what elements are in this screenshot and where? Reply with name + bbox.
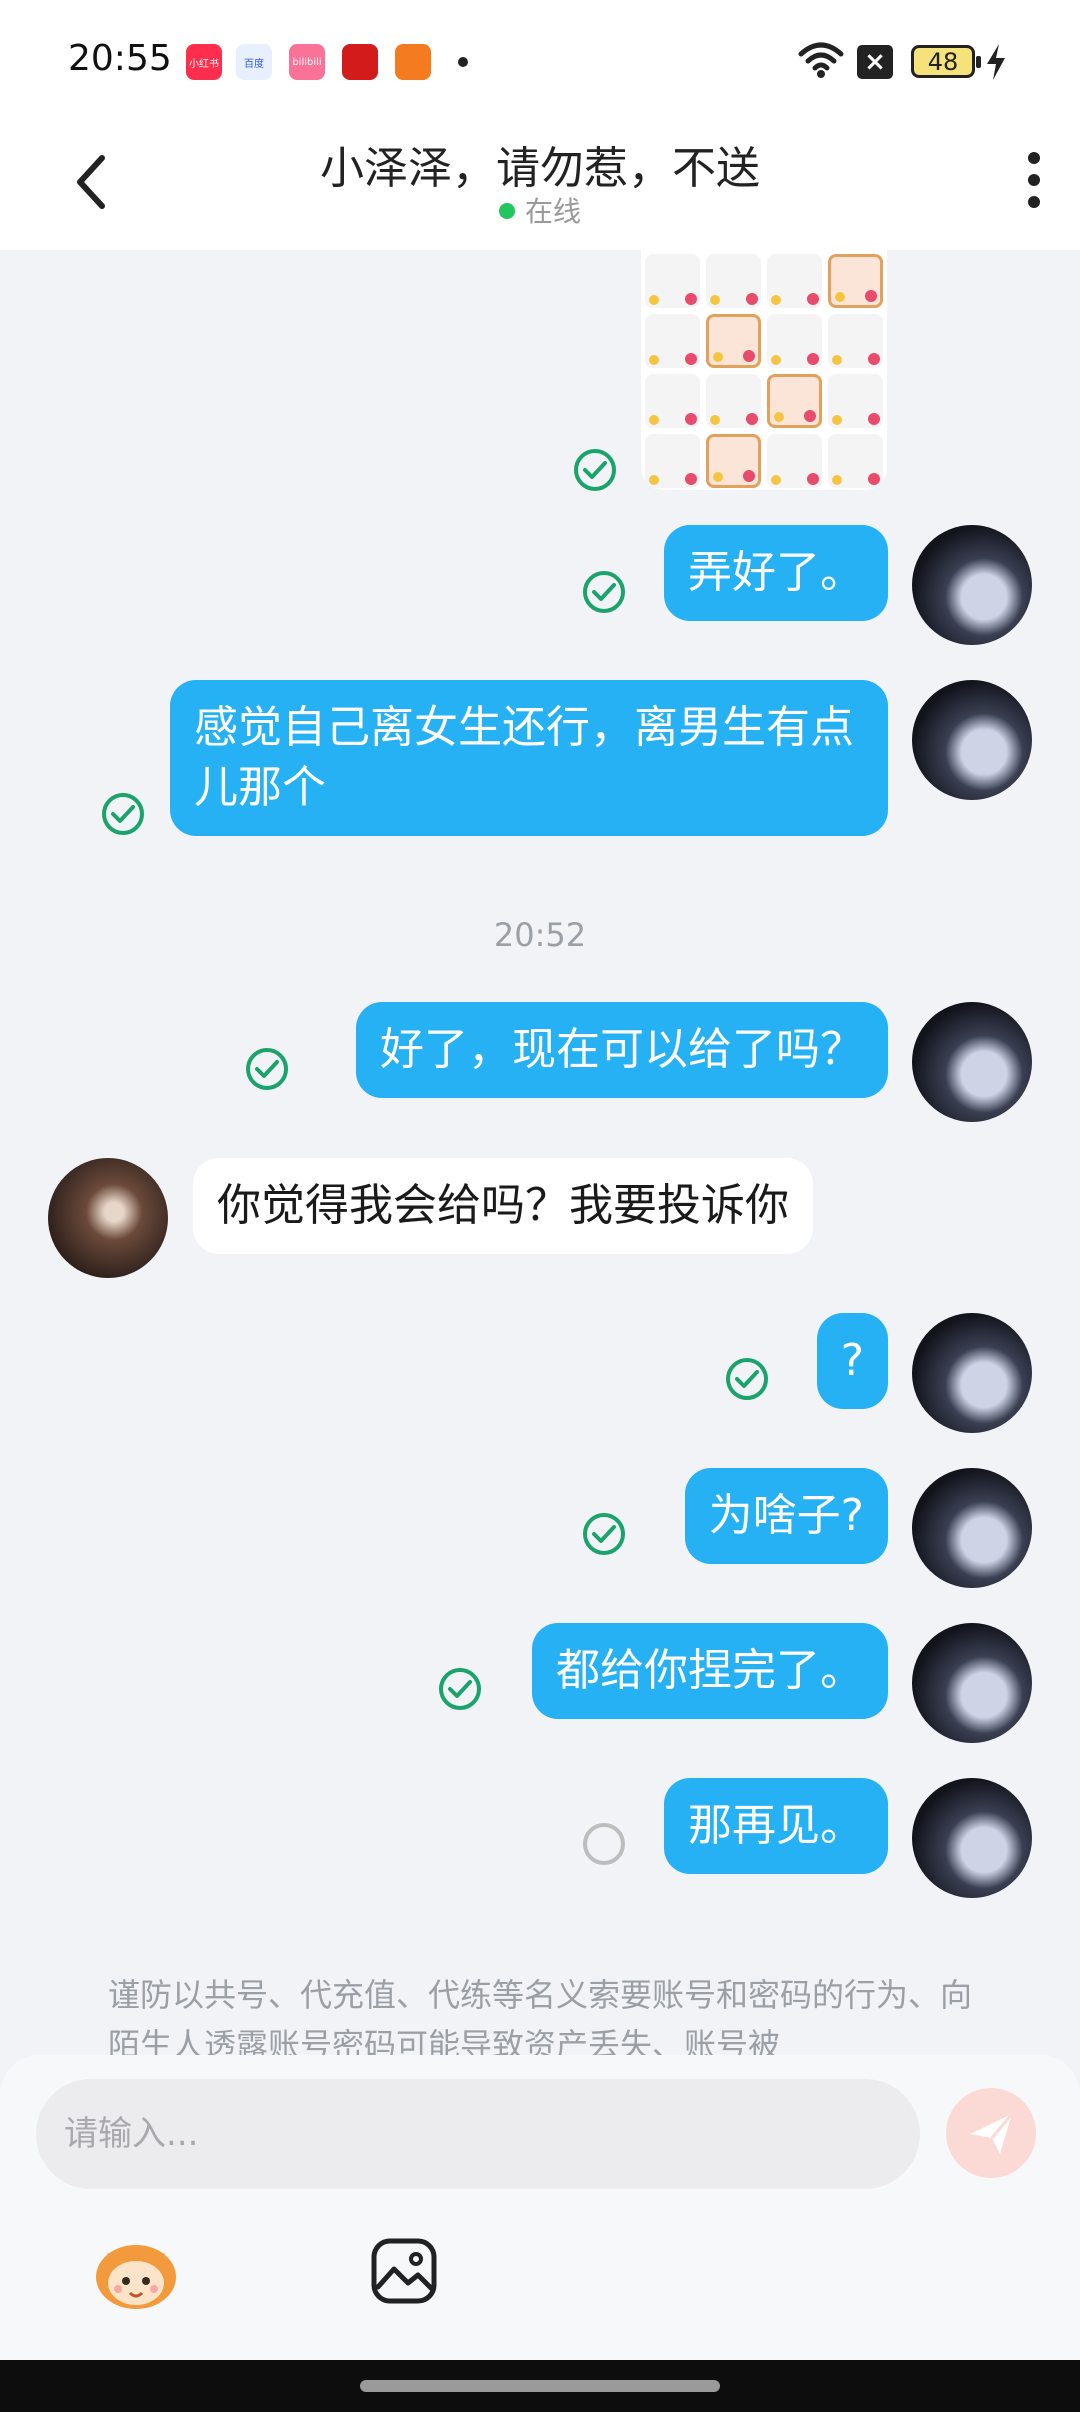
message-bubble[interactable]: 好了，现在可以给了吗？ bbox=[356, 1002, 888, 1098]
message-input[interactable]: 请输入... bbox=[36, 2079, 920, 2189]
read-check-icon bbox=[583, 1513, 625, 1555]
app-icon-bilibili: bilibili bbox=[289, 44, 325, 80]
more-vertical-icon[interactable] bbox=[1024, 150, 1044, 210]
message-bubble[interactable]: 弄好了。 bbox=[664, 525, 888, 621]
wifi-icon bbox=[798, 42, 844, 78]
grid-cell bbox=[706, 374, 761, 428]
grid-cell bbox=[767, 434, 822, 488]
grid-cell bbox=[645, 254, 700, 308]
app-icon-xiaohongshu: 小红书 bbox=[186, 44, 222, 80]
sending-status-icon bbox=[583, 1823, 625, 1865]
battery-indicator: 48 bbox=[911, 45, 981, 78]
sim-disabled-icon: × bbox=[857, 45, 893, 79]
avatar-me[interactable] bbox=[912, 1313, 1032, 1433]
read-check-icon bbox=[246, 1048, 288, 1090]
online-label: 在线 bbox=[524, 195, 581, 228]
input-bar: 请输入... bbox=[0, 2055, 1080, 2360]
grid-cell bbox=[828, 374, 883, 428]
grid-cell bbox=[645, 314, 700, 368]
image-icon[interactable] bbox=[370, 2237, 438, 2305]
read-check-icon bbox=[574, 449, 616, 491]
read-check-icon bbox=[726, 1358, 768, 1400]
grid-cell bbox=[828, 254, 883, 308]
message-bubble[interactable]: 你觉得我会给吗？我要投诉你 bbox=[193, 1158, 813, 1254]
grid-cell bbox=[828, 434, 883, 488]
avatar-me[interactable] bbox=[912, 525, 1032, 645]
grid-cell bbox=[767, 374, 822, 428]
grid-cell bbox=[767, 254, 822, 308]
system-nav-bar bbox=[0, 2360, 1080, 2412]
avatar-me[interactable] bbox=[912, 680, 1032, 800]
message-bubble[interactable]: 那再见。 bbox=[664, 1778, 888, 1874]
home-indicator[interactable] bbox=[360, 2380, 720, 2392]
grid-cell bbox=[767, 314, 822, 368]
app-icon-red bbox=[342, 44, 378, 80]
avatar-me[interactable] bbox=[912, 1002, 1032, 1122]
charging-icon bbox=[987, 44, 1005, 80]
online-dot bbox=[498, 203, 515, 219]
grid-cell bbox=[706, 434, 761, 488]
online-status: 在线 bbox=[0, 190, 1080, 230]
avatar-me[interactable] bbox=[912, 1623, 1032, 1743]
mascot-emoji-icon[interactable] bbox=[92, 2233, 180, 2313]
chat-header: 小泽泽，请勿惹，不送 在线 bbox=[0, 120, 1080, 250]
read-check-icon bbox=[583, 571, 625, 613]
notification-dot bbox=[458, 57, 468, 67]
read-check-icon bbox=[439, 1668, 481, 1710]
read-check-icon bbox=[102, 793, 144, 835]
message-bubble[interactable]: 感觉自己离女生还行，离男生有点儿那个 bbox=[170, 680, 888, 836]
grid-cell bbox=[645, 374, 700, 428]
safety-notice: 谨防以共号、代充值、代练等名义索要账号和密码的行为、向陌生人透露账号密码可能导致… bbox=[108, 1976, 973, 2055]
status-bar: 20:55 小红书 百度 bilibili × 48 bbox=[0, 0, 1080, 120]
image-message[interactable] bbox=[641, 250, 887, 490]
send-icon bbox=[970, 2113, 1014, 2154]
send-button[interactable] bbox=[946, 2088, 1036, 2178]
avatar-me[interactable] bbox=[912, 1778, 1032, 1898]
avatar-me[interactable] bbox=[912, 1468, 1032, 1588]
grid-cell bbox=[828, 314, 883, 368]
message-bubble[interactable]: ? bbox=[816, 1313, 888, 1409]
message-bubble[interactable]: 为啥子? bbox=[684, 1468, 888, 1564]
app-icon-baidu: 百度 bbox=[236, 44, 272, 80]
message-bubble[interactable]: 都给你捏完了。 bbox=[532, 1623, 888, 1719]
status-time: 20:55 bbox=[68, 38, 172, 79]
message-list[interactable]: 弄好了。 感觉自己离女生还行，离男生有点儿那个 20:52 好了，现在可以给了吗… bbox=[0, 250, 1080, 2055]
grid-cell bbox=[645, 434, 700, 488]
grid-cell bbox=[706, 314, 761, 368]
grid-cell bbox=[706, 254, 761, 308]
message-timestamp: 20:52 bbox=[493, 916, 587, 954]
item-grid-image bbox=[641, 250, 887, 490]
app-icon-orange bbox=[395, 44, 431, 80]
avatar-contact[interactable] bbox=[48, 1158, 168, 1278]
chat-title: 小泽泽，请勿惹，不送 bbox=[320, 143, 760, 194]
